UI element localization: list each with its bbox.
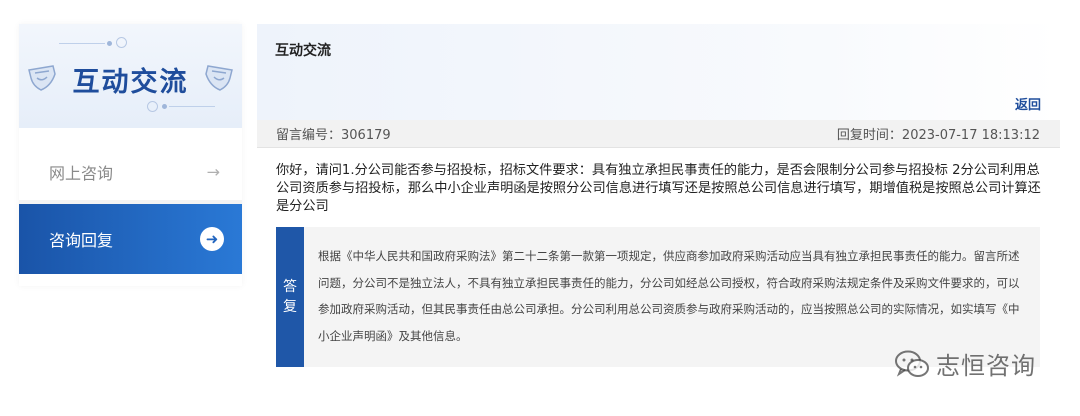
decor-line [169,106,215,107]
sidebar-item-label: 网上咨询 [49,164,114,183]
message-id: 留言编号：306179 [276,128,391,143]
reply-time: 回复时间：2023-07-17 18:13:12 [836,128,1040,143]
wechat-icon [895,350,929,377]
sidebar: 互动交流 网上咨询 → 咨询回复 ➜ [19,24,242,286]
decor-ring [116,37,127,48]
watermark: 志恒咨询 [894,346,1036,381]
sidebar-item-label: 咨询回复 [49,231,114,250]
sidebar-banner: 互动交流 [19,24,242,128]
sidebar-item-online-consult[interactable]: 网上咨询 → [19,137,242,207]
watermark-text: 志恒咨询 [936,352,1036,380]
page-title: 互动交流 [275,43,331,59]
decor-line [59,43,105,44]
question-text: 你好，请问1.分公司能否参与招投标，招标文件要求：具有独立承担民事责任的能力，是… [276,163,1041,214]
answer-tag-char: 答 [283,279,297,295]
circle-arrow-right-icon: ➜ [200,227,224,251]
answer-tag-char: 复 [283,299,297,315]
sidebar-banner-title: 互动交流 [72,67,189,98]
back-link[interactable]: 返回 [1015,94,1041,113]
header-band: 互动交流 返回 [257,24,1060,120]
decor-dot [107,41,112,46]
answer-tag: 答 复 [276,227,304,367]
arrow-right-icon: → [206,162,220,182]
message-meta-bar: 留言编号：306179 回复时间：2023-07-17 18:13:12 [257,120,1060,148]
decor-dot [162,104,167,109]
sidebar-item-consult-reply[interactable]: 咨询回复 ➜ [19,204,242,274]
decor-ring [147,101,158,112]
answer-text: 根据《中华人民共和国政府采购法》第二十二条第一款第一项规定，供应商参加政府采购活… [318,249,1020,343]
